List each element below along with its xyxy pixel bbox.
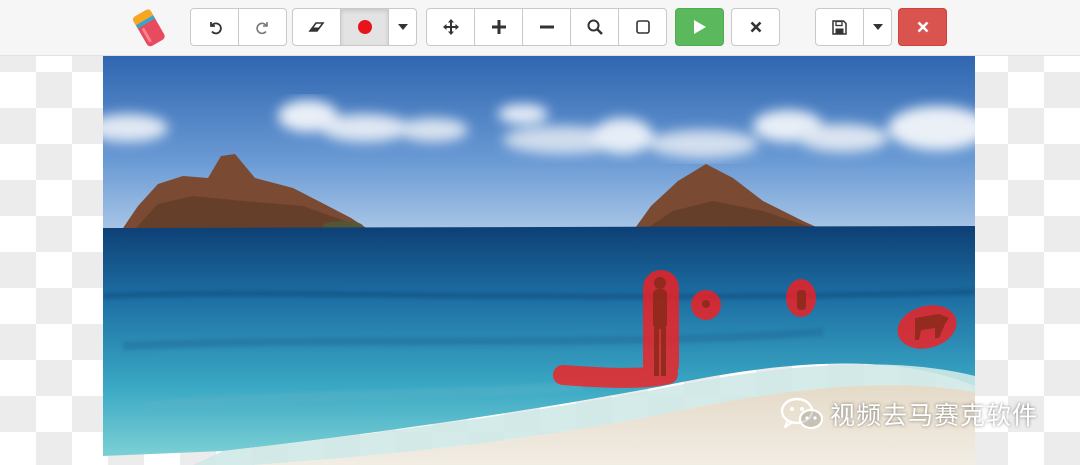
- clear-group: [731, 8, 780, 46]
- floppy-disk-icon: [832, 19, 847, 35]
- square-icon: [635, 20, 650, 34]
- pan-button[interactable]: [426, 8, 475, 46]
- view-group: [426, 8, 667, 46]
- plus-icon: [491, 20, 506, 34]
- toolbar: [0, 0, 1080, 56]
- search-icon: [587, 19, 603, 35]
- redo-icon: [255, 22, 268, 35]
- undo-icon: [209, 22, 222, 35]
- close-icon: [917, 21, 928, 33]
- original-size-button[interactable]: [618, 8, 667, 46]
- wechat-icon: [780, 397, 824, 430]
- brush-size-dropdown[interactable]: [388, 8, 417, 46]
- eraser-icon: [307, 22, 325, 32]
- brush-tool-button[interactable]: [340, 8, 389, 46]
- minus-icon: [539, 25, 554, 29]
- play-icon: [693, 20, 706, 34]
- run-group: [675, 8, 724, 46]
- clear-mask-button[interactable]: [731, 8, 780, 46]
- zoom-fit-button[interactable]: [570, 8, 619, 46]
- move-icon: [442, 19, 459, 35]
- redo-button[interactable]: [238, 8, 287, 46]
- close-icon: [750, 21, 761, 33]
- zoom-in-button[interactable]: [474, 8, 523, 46]
- save-group: [815, 8, 892, 46]
- zoom-out-button[interactable]: [522, 8, 571, 46]
- tools-group: [292, 8, 417, 46]
- watermark: 视频去马赛克软件: [780, 396, 1038, 432]
- save-button[interactable]: [815, 8, 864, 46]
- watermark-text: 视频去马赛克软件: [830, 401, 1039, 430]
- undo-button[interactable]: [190, 8, 239, 46]
- close-group: [898, 8, 947, 46]
- history-group: [190, 8, 287, 46]
- run-inpaint-button[interactable]: [675, 8, 724, 46]
- chevron-down-icon: [397, 24, 408, 30]
- eraser-tool-button[interactable]: [292, 8, 341, 46]
- close-image-button[interactable]: [898, 8, 947, 46]
- save-options-dropdown[interactable]: [863, 8, 892, 46]
- chevron-down-icon: [872, 24, 883, 30]
- eraser-logo-icon: [130, 8, 168, 48]
- brush-dot-icon: [357, 20, 372, 34]
